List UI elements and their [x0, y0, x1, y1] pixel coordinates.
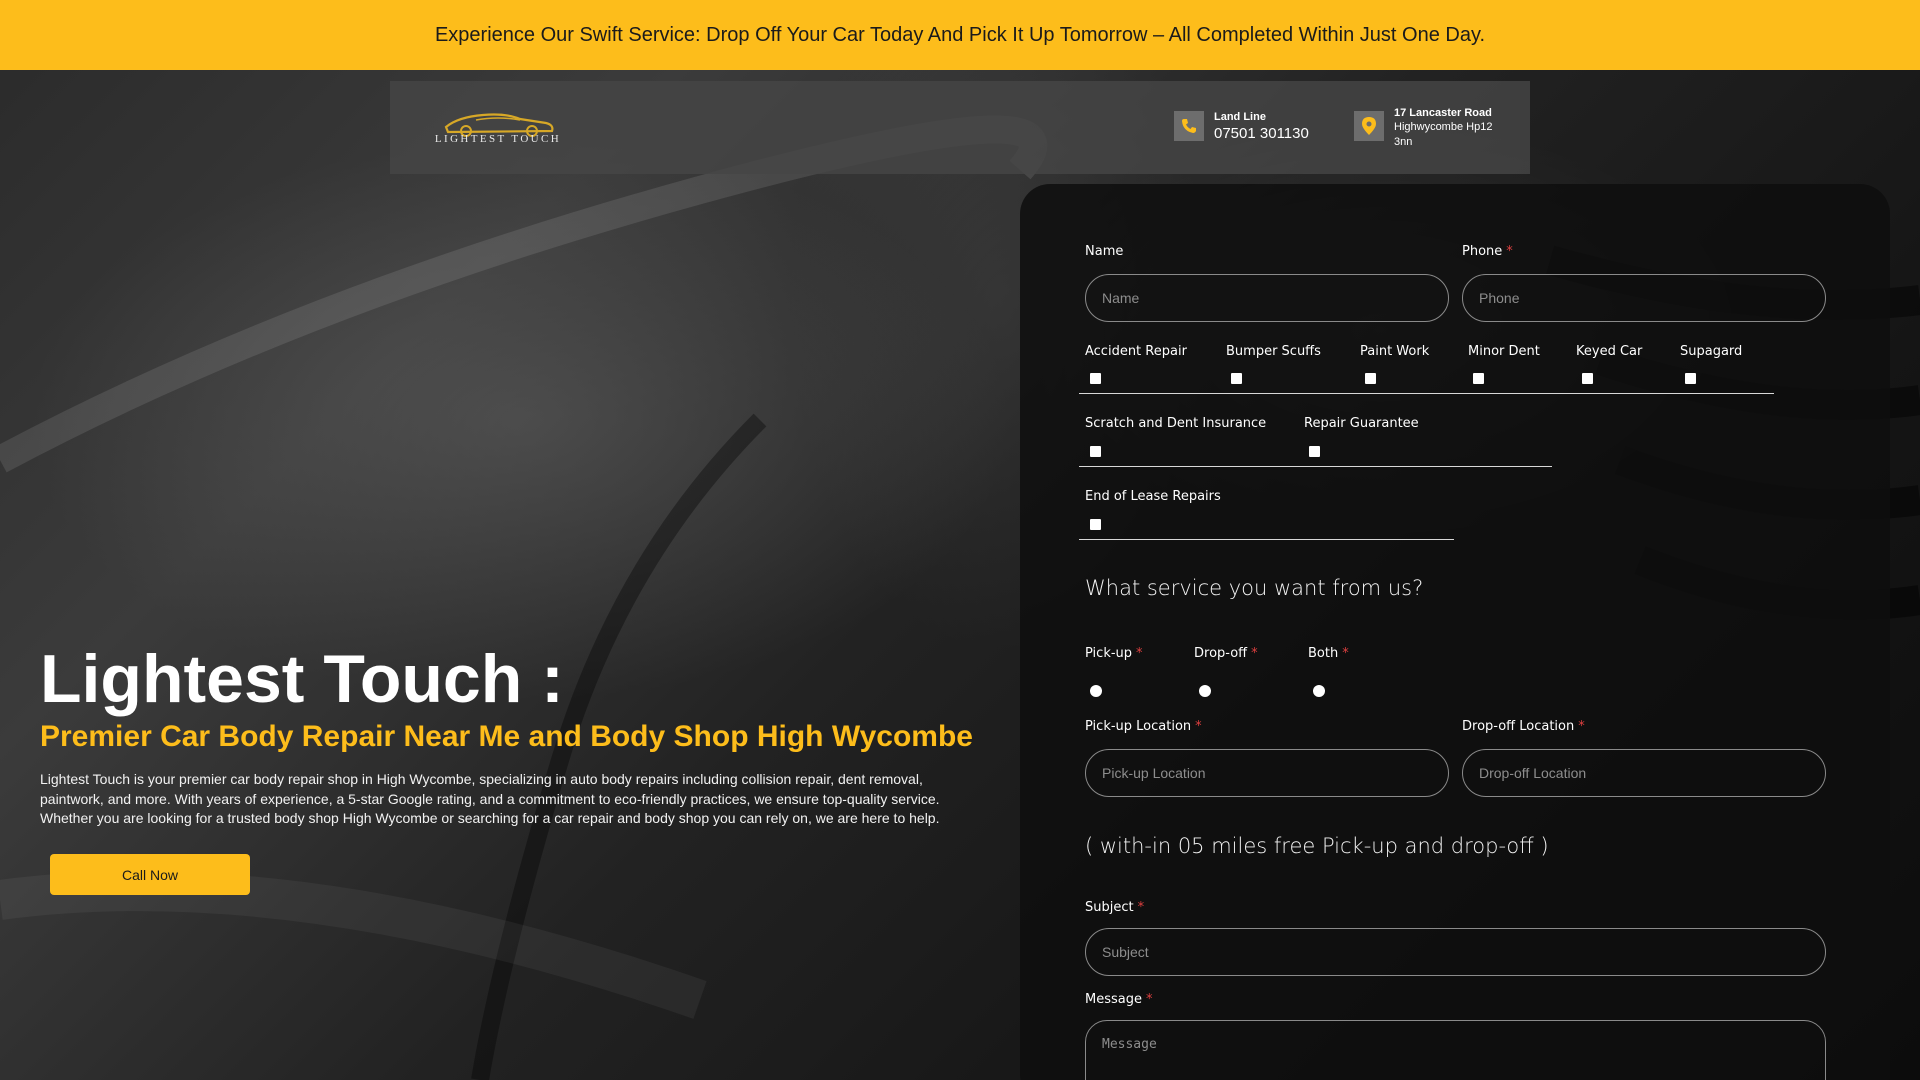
service-label-paint-work: Paint Work [1360, 344, 1430, 359]
service-label-bumper-scuffs: Bumper Scuffs [1226, 344, 1321, 359]
service-label-scratch-dent-insurance: Scratch and Dent Insurance [1085, 416, 1267, 431]
promo-banner: Experience Our Swift Service: Drop Off Y… [0, 0, 1920, 70]
phone-label: Phone * [1462, 244, 1513, 259]
service-label-repair-guarantee: Repair Guarantee [1304, 416, 1419, 431]
subject-label: Subject * [1085, 900, 1145, 915]
phone-icon [1174, 111, 1204, 141]
checkbox-scratch-dent-insurance[interactable] [1090, 446, 1101, 457]
pickup-radio[interactable] [1090, 685, 1102, 697]
both-option-label: Both * [1308, 646, 1349, 661]
service-label-end-of-lease: End of Lease Repairs [1085, 489, 1221, 504]
checkbox-paint-work[interactable] [1365, 373, 1376, 384]
message-label: Message * [1085, 992, 1153, 1007]
pickup-location-label: Pick-up Location * [1085, 719, 1202, 734]
checkbox-supagard[interactable] [1685, 373, 1696, 384]
address-line-1: 17 Lancaster Road [1394, 107, 1492, 119]
address-line-2: Highwycombe Hp12 [1394, 121, 1493, 133]
phone-input[interactable]: Phone [1462, 274, 1826, 322]
checkbox-end-of-lease[interactable] [1090, 519, 1101, 530]
message-textarea[interactable]: Message [1085, 1020, 1826, 1080]
location-pin-icon [1354, 111, 1384, 141]
landline-number[interactable]: 07501 301130 [1214, 124, 1309, 144]
checkbox-keyed-car[interactable] [1582, 373, 1593, 384]
checkbox-repair-guarantee[interactable] [1309, 446, 1320, 457]
services-row3-divider [1079, 539, 1454, 540]
site-header: LIGHTEST TOUCH Land Line 07501 301130 17… [390, 81, 1530, 174]
promo-text: Experience Our Swift Service: Drop Off Y… [434, 23, 1486, 46]
call-now-button[interactable]: Call Now [50, 854, 250, 895]
dropoff-option-label: Drop-off * [1194, 646, 1258, 661]
services-row2-divider [1079, 466, 1552, 467]
landline-title: Land Line [1214, 111, 1266, 123]
service-label-accident-repair: Accident Repair [1085, 344, 1187, 359]
service-question-heading: What service you want from us? [1085, 576, 1424, 600]
subject-input[interactable]: Subject [1085, 928, 1826, 976]
service-label-supagard: Supagard [1680, 344, 1743, 359]
checkbox-bumper-scuffs[interactable] [1231, 373, 1242, 384]
hero-title: Lightest Touch : [40, 641, 564, 717]
quote-form: Name Name Phone * Phone Accident Repair B… [1020, 184, 1890, 1080]
services-row1-divider [1079, 393, 1774, 394]
service-label-keyed-car: Keyed Car [1576, 344, 1643, 359]
checkbox-minor-dent[interactable] [1473, 373, 1484, 384]
free-pickup-note: ( with-in 05 miles free Pick-up and drop… [1085, 834, 1549, 858]
address-contact: 17 Lancaster Road Highwycombe Hp12 3nn [1354, 107, 1493, 150]
checkbox-accident-repair[interactable] [1090, 373, 1101, 384]
both-radio[interactable] [1313, 685, 1325, 697]
dropoff-location-label: Drop-off Location * [1462, 719, 1585, 734]
logo-text: LIGHTEST TOUCH [434, 133, 562, 145]
pickup-location-input[interactable]: Pick-up Location [1085, 749, 1449, 797]
dropoff-radio[interactable] [1199, 685, 1211, 697]
address-line-3: 3nn [1394, 136, 1413, 148]
pickup-option-label: Pick-up * [1085, 646, 1143, 661]
service-label-minor-dent: Minor Dent [1468, 344, 1540, 359]
name-label: Name [1085, 244, 1124, 259]
name-input[interactable]: Name [1085, 274, 1449, 322]
dropoff-location-input[interactable]: Drop-off Location [1462, 749, 1826, 797]
landline-contact[interactable]: Land Line 07501 301130 [1174, 111, 1309, 144]
hero-description: Lightest Touch is your premier car body … [40, 771, 940, 826]
hero-subtitle: Premier Car Body Repair Near Me and Body… [40, 720, 973, 753]
